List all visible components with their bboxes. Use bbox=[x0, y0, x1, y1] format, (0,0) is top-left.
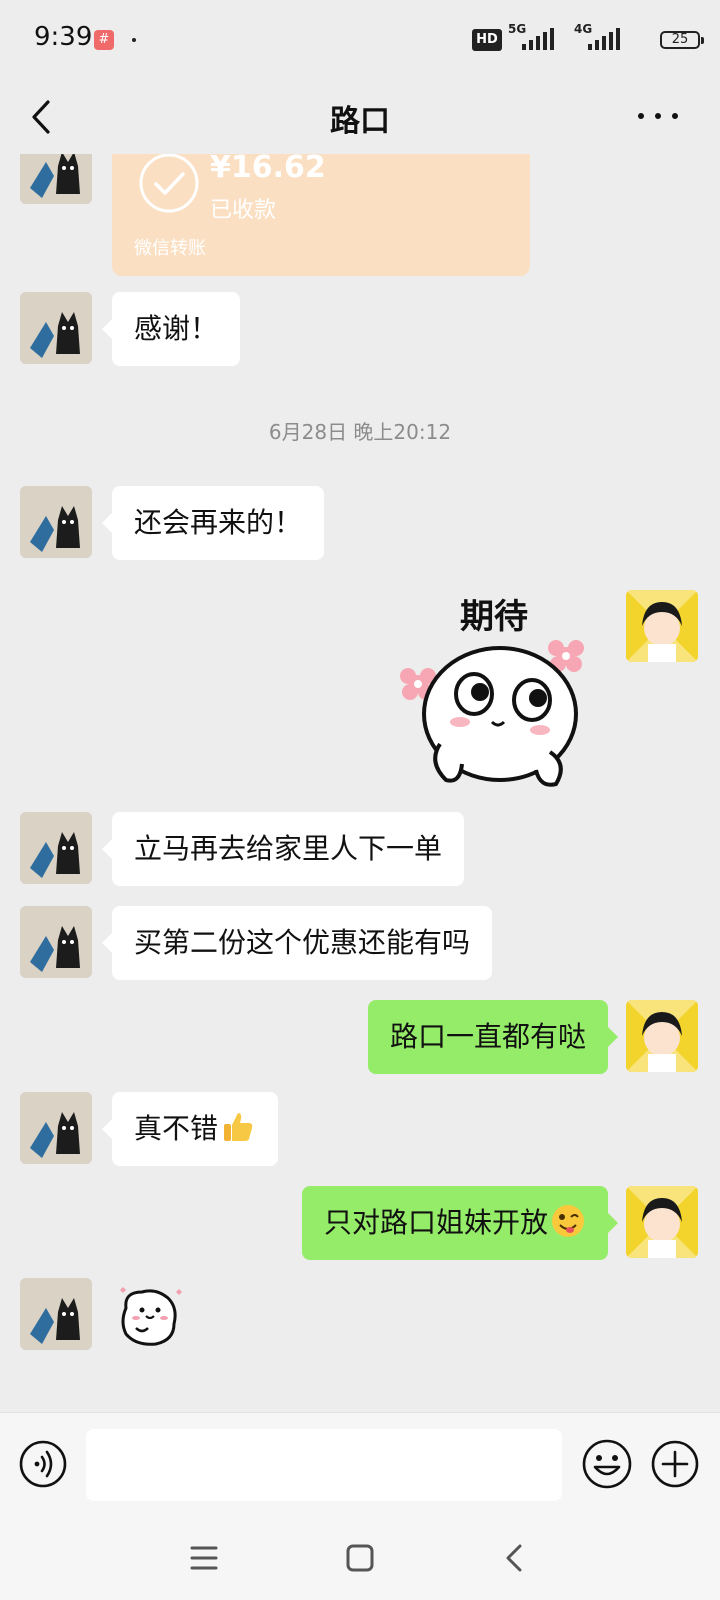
status-bar: 9:39 # HD 5G 4G 25 bbox=[0, 0, 720, 80]
contact-avatar[interactable] bbox=[20, 154, 92, 204]
message-bubble-incoming[interactable]: 真不错 bbox=[101, 1092, 279, 1166]
cat-avatar-icon bbox=[20, 486, 92, 558]
girl-avatar-icon bbox=[626, 1000, 698, 1072]
emoji-button[interactable] bbox=[580, 1437, 634, 1491]
sticker-expecting-icon: 期待 bbox=[400, 597, 584, 787]
recent-apps-button[interactable] bbox=[184, 1538, 224, 1578]
transfer-amount: ¥16.62 bbox=[210, 154, 326, 185]
chat-area[interactable]: ¥16.62 已收款 微信转账 感谢！ 6月28日 晚上20:12 还会再来的！ bbox=[0, 154, 720, 1412]
hd-badge: HD bbox=[472, 29, 502, 51]
contact-avatar[interactable] bbox=[20, 1092, 92, 1164]
status-dot-icon bbox=[132, 38, 136, 42]
voice-icon bbox=[19, 1440, 67, 1488]
signal-5g-icon bbox=[522, 28, 554, 50]
contact-avatar[interactable] bbox=[20, 292, 92, 364]
plus-icon bbox=[651, 1440, 699, 1488]
home-square-icon bbox=[346, 1544, 374, 1572]
contact-avatar[interactable] bbox=[20, 1278, 92, 1350]
more-icon bbox=[638, 113, 644, 119]
battery-icon: 25 bbox=[660, 31, 704, 49]
voice-button[interactable] bbox=[18, 1439, 68, 1489]
check-circle-icon bbox=[139, 154, 199, 213]
cat-avatar-icon bbox=[20, 154, 92, 204]
more-button[interactable] bbox=[636, 104, 680, 130]
contact-avatar[interactable] bbox=[20, 812, 92, 884]
contact-avatar[interactable] bbox=[20, 906, 92, 978]
message-timestamp: 6月28日 晚上20:12 bbox=[268, 420, 452, 444]
home-button[interactable] bbox=[340, 1538, 380, 1578]
cat-avatar-icon bbox=[20, 906, 92, 978]
my-avatar[interactable] bbox=[626, 1186, 698, 1258]
back-triangle-icon bbox=[506, 1544, 522, 1572]
sticker-text: 期待 bbox=[460, 597, 528, 637]
message-text: 真不错 bbox=[134, 1112, 219, 1145]
wink-tongue-icon bbox=[552, 1205, 584, 1237]
message-bubble-incoming[interactable]: 还会再来的！ bbox=[101, 486, 325, 560]
sticker-message[interactable] bbox=[112, 1278, 188, 1354]
status-time: 9:39 bbox=[34, 22, 93, 52]
my-avatar[interactable] bbox=[626, 1000, 698, 1072]
message-bubble-incoming[interactable]: 立马再去给家里人下一单 bbox=[101, 812, 465, 886]
sticker-message[interactable]: 期待 bbox=[400, 584, 600, 794]
contact-avatar[interactable] bbox=[20, 486, 92, 558]
input-bar bbox=[0, 1412, 720, 1516]
transfer-source: 微信转账 bbox=[134, 238, 206, 259]
notification-badge: # bbox=[94, 30, 114, 50]
transfer-status: 已收款 bbox=[210, 198, 277, 223]
girl-avatar-icon bbox=[626, 590, 698, 662]
cat-avatar-icon bbox=[20, 1092, 92, 1164]
message-bubble-outgoing[interactable]: 路口一直都有哒 bbox=[367, 1000, 619, 1074]
chat-header: 路口 bbox=[0, 80, 720, 154]
message-bubble-incoming[interactable]: 感谢！ bbox=[101, 292, 241, 366]
girl-avatar-icon bbox=[626, 1186, 698, 1258]
hamster-sticker-icon bbox=[120, 1287, 182, 1346]
thumbs-up-icon bbox=[224, 1113, 253, 1141]
system-navigation-bar bbox=[0, 1516, 720, 1600]
chat-title: 路口 bbox=[330, 104, 390, 139]
message-bubble-outgoing[interactable]: 只对路口姐妹开放 bbox=[301, 1186, 619, 1260]
message-bubble-incoming[interactable]: 买第二份这个优惠还能有吗 bbox=[101, 906, 493, 980]
system-back-button[interactable] bbox=[496, 1538, 536, 1578]
message-input[interactable] bbox=[86, 1429, 562, 1501]
more-functions-button[interactable] bbox=[650, 1439, 700, 1489]
menu-icon bbox=[190, 1546, 218, 1570]
my-avatar[interactable] bbox=[626, 590, 698, 662]
emoji-icon bbox=[582, 1439, 632, 1489]
signal-4g-icon bbox=[588, 28, 620, 50]
transfer-card[interactable]: ¥16.62 已收款 微信转账 bbox=[112, 154, 530, 276]
cat-avatar-icon bbox=[20, 292, 92, 364]
cat-avatar-icon bbox=[20, 1278, 92, 1350]
cat-avatar-icon bbox=[20, 812, 92, 884]
message-text: 只对路口姐妹开放 bbox=[323, 1206, 548, 1239]
